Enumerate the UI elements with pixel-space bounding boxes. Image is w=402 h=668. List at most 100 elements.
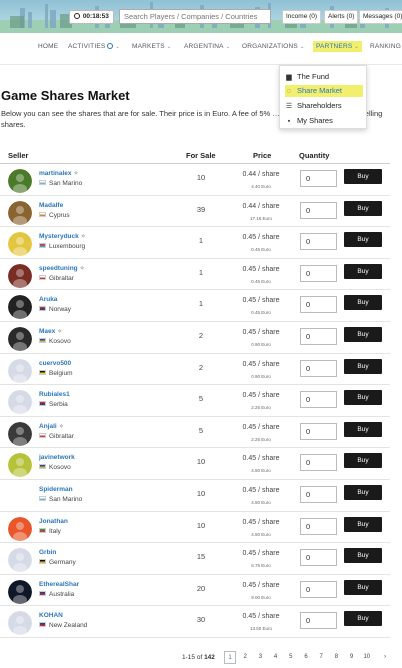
avatar[interactable] xyxy=(8,263,32,288)
dropdown-label: Shareholders xyxy=(297,101,342,110)
page-link[interactable]: 6 xyxy=(300,651,312,664)
page-link[interactable]: 8 xyxy=(330,651,342,664)
avatar[interactable] xyxy=(8,169,32,193)
seller-name[interactable]: Maex ✧ xyxy=(39,328,62,335)
buy-button[interactable]: Buy xyxy=(344,358,382,374)
seller-name[interactable]: Aruka xyxy=(39,296,57,303)
country-name: Kosovo xyxy=(49,338,71,345)
price-suffix: / share xyxy=(258,234,280,242)
dropdown-item-the-fund[interactable]: ▆ The Fund xyxy=(285,71,363,83)
price-suffix: / share xyxy=(258,487,280,494)
seller-name[interactable]: EtherealShar xyxy=(39,581,79,588)
seller-name[interactable]: Jonathan xyxy=(39,518,68,525)
country-name: New Zealand xyxy=(49,622,88,630)
table-row: Spiderman San Marino 10 0.45 / share 4.50 Eu… xyxy=(0,480,390,512)
seller-name[interactable]: KOHAN xyxy=(39,612,63,619)
dropdown-item-my-shares[interactable]: ▪ My Shares xyxy=(285,115,363,127)
quantity-input[interactable] xyxy=(300,580,337,598)
dropdown-item-shareholders[interactable]: ☰ Shareholders xyxy=(285,100,363,112)
quantity-input[interactable] xyxy=(300,517,337,535)
nav-activities[interactable]: ACTIVITIES ⌄ xyxy=(68,43,120,50)
avatar[interactable] xyxy=(8,611,32,636)
seller-country: Kosovo xyxy=(39,338,71,345)
seller-name[interactable]: cuervo500 xyxy=(39,360,71,367)
avatar[interactable] xyxy=(8,327,32,351)
page-link[interactable]: 2 xyxy=(239,651,251,664)
avatar[interactable] xyxy=(8,579,32,604)
avatar[interactable] xyxy=(8,358,32,383)
search-input[interactable] xyxy=(119,9,271,24)
total-price: 17.16 Euro xyxy=(249,215,273,221)
buy-button[interactable]: Buy xyxy=(344,263,382,279)
buy-button[interactable]: Buy xyxy=(344,169,382,184)
next-page-icon[interactable]: › xyxy=(379,651,391,664)
seller-name[interactable]: Mysteryduck ✧ xyxy=(39,233,86,240)
buy-button[interactable]: Buy xyxy=(344,611,382,627)
avatar[interactable] xyxy=(8,421,32,446)
avatar[interactable] xyxy=(8,453,32,478)
page-link[interactable]: 7 xyxy=(315,651,327,664)
quantity-input[interactable] xyxy=(300,422,337,440)
buy-button[interactable]: Buy xyxy=(344,516,382,532)
quantity-input[interactable] xyxy=(300,391,337,409)
page-link[interactable]: 1 xyxy=(224,651,236,664)
page-link[interactable]: 9 xyxy=(346,651,358,664)
buy-button[interactable]: Buy xyxy=(344,390,382,406)
quantity-input[interactable] xyxy=(300,454,337,472)
avatar[interactable] xyxy=(8,516,32,541)
seller-name[interactable]: Spiderman xyxy=(39,486,73,493)
seller-name[interactable]: Grbin xyxy=(39,549,56,556)
avatar[interactable] xyxy=(8,390,32,415)
seller-name[interactable]: Madalfe xyxy=(39,202,63,209)
quantity-input[interactable] xyxy=(300,296,337,314)
quantity-input[interactable] xyxy=(300,201,337,219)
income-link[interactable]: Income (0) xyxy=(282,10,322,24)
quantity-input[interactable] xyxy=(300,486,337,503)
buy-button[interactable]: Buy xyxy=(344,295,382,311)
seller-name[interactable]: Rubiales1 xyxy=(39,391,70,398)
seller-name[interactable]: javinetwork xyxy=(39,454,75,461)
page-link[interactable]: 4 xyxy=(270,651,282,664)
nav-ranking[interactable]: RANKING xyxy=(370,43,401,50)
buy-button[interactable]: Buy xyxy=(344,453,382,469)
buy-button[interactable]: Buy xyxy=(344,421,382,437)
nav-home-label: HOME xyxy=(38,43,59,50)
quantity-input[interactable] xyxy=(300,328,337,345)
page-link[interactable]: 10 xyxy=(361,651,373,664)
buy-button[interactable]: Buy xyxy=(344,579,382,595)
avatar[interactable] xyxy=(8,485,32,509)
share-price: 0.45 / share xyxy=(231,613,291,620)
avatar[interactable] xyxy=(8,200,32,225)
nav-home[interactable]: HOME xyxy=(38,43,58,50)
total-price: 0.45 Euro xyxy=(251,278,271,284)
dropdown-item-share-market[interactable]: ◌ Share Market xyxy=(285,85,363,97)
quantity-input[interactable] xyxy=(300,170,337,187)
seller-name[interactable]: speedtuning ✧ xyxy=(39,265,85,272)
country-flag-icon xyxy=(39,432,46,438)
quantity-input[interactable] xyxy=(300,264,337,282)
quantity-input[interactable] xyxy=(300,612,337,630)
page-link[interactable]: 3 xyxy=(254,651,266,664)
messages-link[interactable]: Messages (0) xyxy=(359,10,402,24)
avatar[interactable] xyxy=(8,232,32,257)
page-link[interactable]: 5 xyxy=(285,651,297,664)
buy-button[interactable]: Buy xyxy=(344,232,382,248)
avatar[interactable] xyxy=(8,548,32,573)
alerts-link[interactable]: Alerts (0) xyxy=(324,10,359,24)
seller-name[interactable]: Anjali ✧ xyxy=(39,423,64,430)
quantity-input[interactable] xyxy=(300,233,337,251)
buy-button[interactable]: Buy xyxy=(344,327,382,342)
nav-markets[interactable]: MARKETS ⌄ xyxy=(132,43,171,50)
quantity-input[interactable] xyxy=(300,359,337,377)
buy-button[interactable]: Buy xyxy=(344,485,382,500)
seller-name[interactable]: martinalex ✧ xyxy=(39,170,79,177)
nav-argentina[interactable]: ARGENTINA ⌄ xyxy=(184,43,230,50)
nav-partners[interactable]: PARTNERS ⌄ xyxy=(313,41,362,52)
quantity-input[interactable] xyxy=(300,549,337,567)
country-flag-icon xyxy=(39,369,46,375)
nav-organizations[interactable]: ORGANIZATIONS ⌄ xyxy=(242,43,304,50)
buy-button[interactable]: Buy xyxy=(344,200,382,216)
avatar[interactable] xyxy=(8,295,32,320)
country-flag-icon xyxy=(39,401,46,407)
buy-button[interactable]: Buy xyxy=(344,548,382,564)
